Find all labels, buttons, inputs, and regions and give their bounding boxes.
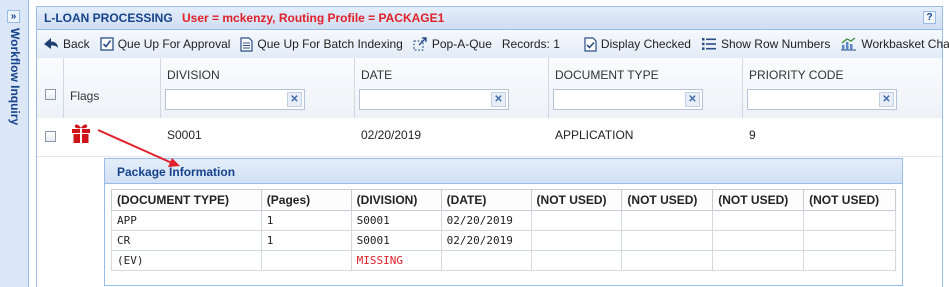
cell-division-missing: MISSING (350, 250, 442, 271)
help-icon[interactable]: ? (923, 11, 936, 24)
cell-not-used (712, 210, 805, 231)
show-row-numbers-button[interactable]: Show Row Numbers (701, 37, 830, 51)
back-arrow-icon (44, 38, 58, 49)
table-row: APP 1 S0001 02/20/2019 (111, 210, 896, 231)
window-title: L-LOAN PROCESSING (44, 11, 173, 25)
workbasket-charts-menu[interactable]: Workbasket Charts ▼ (840, 37, 949, 51)
document-type-filter: ✕ (553, 89, 715, 110)
priority-code-filter-clear-icon[interactable]: ✕ (879, 92, 894, 107)
cell-pages: 1 (260, 210, 352, 231)
header-division: (DIVISION) (350, 189, 442, 211)
expand-panel-button[interactable]: » (7, 10, 20, 23)
window-titlebar: L-LOAN PROCESSING User = mckenzy, Routin… (37, 7, 942, 30)
cell-date: 02/20/2019 (440, 230, 532, 251)
flags-header-label: Flags (70, 89, 100, 103)
document-list-icon (240, 36, 254, 52)
row-division: S0001 (167, 128, 202, 142)
division-header-label: DIVISION (167, 68, 220, 82)
table-row[interactable]: S0001 02/20/2019 APPLICATION 9 (37, 118, 942, 157)
queue-up-batch-button[interactable]: Que Up For Batch Indexing (240, 36, 403, 52)
document-type-column-header[interactable]: DOCUMENT TYPE ✕ (549, 58, 743, 118)
cell-division: S0001 (350, 230, 442, 251)
cell-not-used (712, 230, 805, 251)
cell-not-used (530, 250, 623, 271)
package-table-header-row: (DOCUMENT TYPE) (Pages) (DIVISION) (DATE… (111, 189, 896, 211)
pop-out-icon (413, 37, 427, 51)
select-all-column (37, 58, 64, 118)
table-row: (EV) MISSING (111, 250, 896, 271)
cell-not-used (712, 250, 805, 271)
cell-not-used (621, 230, 714, 251)
cell-document-type: (EV) (111, 250, 262, 271)
date-filter-clear-icon[interactable]: ✕ (491, 92, 506, 107)
priority-code-column-header[interactable]: PRIORITY CODE ✕ (743, 58, 942, 118)
back-label: Back (63, 37, 90, 51)
package-information-title: Package Information (105, 159, 902, 184)
row-checkbox[interactable] (45, 131, 56, 142)
workflow-inquiry-panel: » Workflow Inquiry (0, 0, 29, 287)
division-filter-clear-icon[interactable]: ✕ (287, 92, 302, 107)
document-type-header-label: DOCUMENT TYPE (555, 68, 659, 82)
checkbox-approval-icon (100, 37, 114, 51)
numbered-list-icon (701, 38, 716, 50)
grid-header: Flags DIVISION ✕ DATE ✕ DOCUMENT TYPE ✕ … (37, 58, 942, 119)
header-not-used-1: (NOT USED) (530, 189, 623, 211)
select-all-checkbox[interactable] (45, 89, 56, 100)
display-checked-label: Display Checked (600, 37, 691, 51)
records-count: Records: 1 (501, 37, 560, 51)
date-filter: ✕ (359, 89, 521, 110)
row-priority-code: 9 (749, 128, 756, 142)
package-information-table: (DOCUMENT TYPE) (Pages) (DIVISION) (DATE… (111, 189, 896, 271)
date-header-label: DATE (361, 68, 393, 82)
header-not-used-4: (NOT USED) (803, 189, 896, 211)
header-pages: (Pages) (260, 189, 352, 211)
toolbar: Back Que Up For Approval Que Up For Batc… (37, 30, 949, 59)
queue-up-batch-label: Que Up For Batch Indexing (257, 37, 403, 51)
cell-not-used (621, 250, 714, 271)
cell-not-used (530, 230, 623, 251)
cell-date: 02/20/2019 (440, 210, 532, 231)
priority-code-header-label: PRIORITY CODE (749, 68, 844, 82)
document-type-filter-clear-icon[interactable]: ✕ (685, 92, 700, 107)
chart-icon (841, 37, 857, 51)
package-information-panel: Package Information (DOCUMENT TYPE) (Pag… (104, 158, 903, 286)
division-filter: ✕ (165, 89, 327, 110)
cell-not-used (803, 210, 896, 231)
priority-code-filter: ✕ (747, 89, 909, 110)
cell-division: S0001 (350, 210, 442, 231)
cell-pages (260, 250, 352, 271)
division-column-header[interactable]: DIVISION ✕ (161, 58, 355, 118)
workbasket-charts-label: Workbasket Charts (861, 37, 949, 51)
cell-not-used (621, 210, 714, 231)
cell-not-used (803, 250, 896, 271)
date-column-header[interactable]: DATE ✕ (355, 58, 549, 118)
show-row-numbers-label: Show Row Numbers (720, 37, 831, 51)
header-not-used-2: (NOT USED) (621, 189, 714, 211)
row-document-type: APPLICATION (555, 128, 634, 142)
cell-not-used (803, 230, 896, 251)
cell-pages: 1 (260, 230, 352, 251)
side-panel-title: Workflow Inquiry (8, 28, 22, 126)
cell-not-used (530, 210, 623, 231)
display-checked-button[interactable]: Display Checked (584, 36, 691, 52)
division-filter-input[interactable] (166, 90, 327, 109)
flags-column-header[interactable]: Flags (64, 58, 161, 118)
header-not-used-3: (NOT USED) (712, 189, 805, 211)
header-date: (DATE) (440, 189, 532, 211)
table-row: CR 1 S0001 02/20/2019 (111, 230, 896, 251)
row-date: 02/20/2019 (361, 128, 422, 142)
queue-up-approval-button[interactable]: Que Up For Approval (100, 37, 231, 51)
queue-up-approval-label: Que Up For Approval (117, 37, 231, 51)
gift-icon[interactable] (70, 122, 92, 144)
header-document-type: (DOCUMENT TYPE) (111, 189, 262, 211)
checked-document-icon (584, 36, 597, 52)
cell-document-type: CR (111, 230, 262, 251)
pop-a-que-button[interactable]: Pop-A-Que (413, 37, 492, 51)
loan-processing-window: L-LOAN PROCESSING User = mckenzy, Routin… (36, 6, 949, 287)
cell-date (440, 250, 532, 271)
user-routing-info: User = mckenzy, Routing Profile = PACKAG… (182, 11, 445, 25)
back-button[interactable]: Back (43, 37, 90, 51)
pop-a-que-label: Pop-A-Que (431, 37, 492, 51)
cell-document-type: APP (111, 210, 262, 231)
